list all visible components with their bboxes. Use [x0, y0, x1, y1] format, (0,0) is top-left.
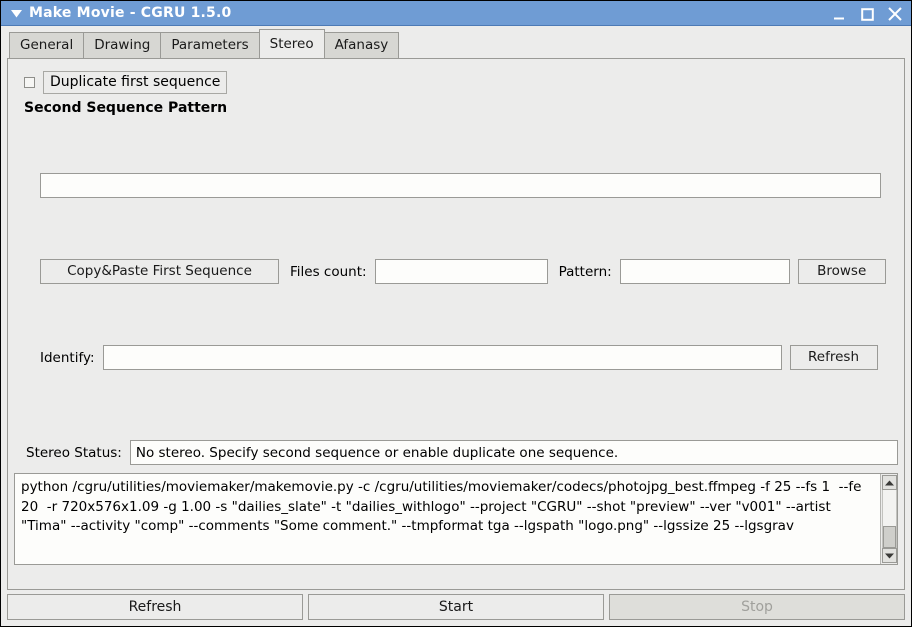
identify-row: Identify: Refresh — [40, 345, 889, 370]
tab-bar: General Drawing Parameters Stereo Afanas… — [1, 26, 911, 58]
files-count-label: Files count: — [290, 263, 367, 280]
scrollbar-track[interactable] — [881, 490, 897, 548]
stereo-tab-panel: Duplicate first sequence Second Sequence… — [7, 58, 905, 590]
scroll-up-triangle-up-icon[interactable] — [881, 475, 897, 490]
pattern-label: Pattern: — [558, 263, 612, 280]
copy-paste-first-sequence-button[interactable]: Copy&Paste First Sequence — [40, 259, 279, 284]
title-bar: Make Movie - CGRU 1.5.0 — [1, 1, 911, 26]
stereo-status-value: No stereo. Specify second sequence or en… — [129, 440, 898, 465]
duplicate-first-sequence-label[interactable]: Duplicate first sequence — [43, 71, 228, 94]
identify-refresh-button[interactable]: Refresh — [789, 345, 878, 370]
tab-afanasy[interactable]: Afanasy — [323, 32, 400, 58]
tab-parameters[interactable]: Parameters — [160, 32, 260, 58]
window-controls — [831, 5, 905, 21]
browse-button[interactable]: Browse — [797, 259, 886, 284]
start-button[interactable]: Start — [308, 594, 604, 620]
identify-input[interactable] — [102, 345, 782, 370]
tab-stereo[interactable]: Stereo — [258, 29, 325, 58]
scrollbar-thumb[interactable] — [882, 526, 896, 548]
files-count-input[interactable] — [374, 259, 548, 284]
command-console-scrollbar[interactable] — [880, 474, 897, 564]
window-menu-caret-down-icon[interactable] — [7, 4, 25, 22]
window-title: Make Movie - CGRU 1.5.0 — [29, 5, 232, 21]
duplicate-first-sequence-row: Duplicate first sequence — [24, 71, 228, 94]
tab-general[interactable]: General — [9, 32, 85, 58]
command-console: python /cgru/utilities/moviemaker/makemo… — [14, 473, 898, 565]
stereo-status-row: Stereo Status: No stereo. Specify second… — [26, 440, 898, 465]
make-movie-window: Make Movie - CGRU 1.5.0 General Drawing … — [0, 0, 912, 627]
close-icon[interactable] — [887, 5, 903, 21]
scroll-down-triangle-down-icon[interactable] — [881, 548, 897, 563]
command-console-text[interactable]: python /cgru/utilities/moviemaker/makemo… — [15, 474, 880, 564]
duplicate-first-sequence-checkbox[interactable] — [24, 77, 35, 88]
maximize-icon[interactable] — [859, 5, 875, 21]
stereo-status-label: Stereo Status: — [26, 444, 122, 461]
second-sequence-pattern-input[interactable] — [40, 173, 881, 198]
stop-button: Stop — [609, 594, 905, 620]
stereo-body: Duplicate first sequence Second Sequence… — [8, 59, 904, 473]
second-sequence-pattern-title: Second Sequence Pattern — [24, 100, 228, 116]
pattern-input[interactable] — [619, 259, 790, 284]
tab-drawing[interactable]: Drawing — [83, 32, 162, 58]
copy-paste-row: Copy&Paste First Sequence Files count: P… — [40, 259, 889, 284]
minimize-icon[interactable] — [831, 5, 847, 21]
footer-buttons: Refresh Start Stop — [1, 590, 911, 626]
identify-label: Identify: — [40, 349, 95, 366]
refresh-button[interactable]: Refresh — [7, 594, 303, 620]
